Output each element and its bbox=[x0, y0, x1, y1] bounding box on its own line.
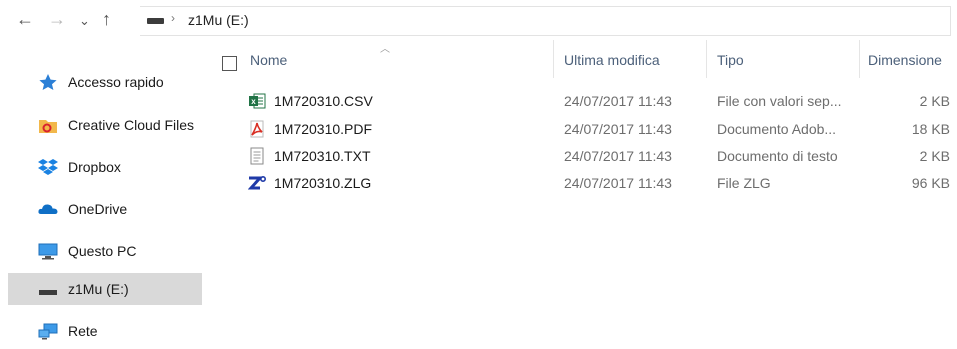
file-size: 2 KB bbox=[919, 148, 950, 164]
file-row[interactable]: x 1M720310.CSV 24/07/2017 11:43 File con… bbox=[240, 90, 957, 112]
column-header-size[interactable]: Dimensione bbox=[868, 52, 942, 76]
sidebar-item-label: Questo PC bbox=[68, 243, 137, 259]
file-row[interactable]: 1M720310.PDF 24/07/2017 11:43 Documento … bbox=[240, 118, 957, 140]
file-modified: 24/07/2017 11:43 bbox=[564, 121, 672, 137]
sidebar-item-accesso-rapido[interactable]: Accesso rapido bbox=[8, 66, 202, 98]
navigation-pane: Accesso rapido Creative Cloud Files Drop… bbox=[0, 55, 210, 349]
file-size: 96 KB bbox=[911, 175, 950, 191]
file-type: File ZLG bbox=[717, 175, 771, 191]
breadcrumb-separator: › bbox=[171, 11, 175, 25]
zlg-icon bbox=[247, 174, 267, 192]
star-icon bbox=[38, 73, 60, 91]
sidebar-item-label: Accesso rapido bbox=[68, 74, 164, 90]
file-type: Documento di testo bbox=[717, 148, 838, 164]
file-type: Documento Adob... bbox=[717, 121, 837, 137]
file-modified: 24/07/2017 11:43 bbox=[564, 93, 672, 109]
column-header-name[interactable]: Nome bbox=[250, 52, 287, 76]
file-type: File con valori sep... bbox=[717, 93, 842, 109]
excel-csv-icon: x bbox=[248, 92, 266, 110]
select-all-checkbox[interactable] bbox=[222, 56, 237, 71]
forward-button[interactable]: → bbox=[48, 9, 66, 29]
up-button[interactable]: ↑ bbox=[102, 9, 111, 29]
file-name: 1M720310.ZLG bbox=[274, 175, 372, 191]
pdf-icon bbox=[248, 120, 266, 138]
column-divider[interactable] bbox=[706, 40, 707, 78]
drive-icon bbox=[38, 280, 60, 298]
sidebar-item-onedrive[interactable]: OneDrive bbox=[8, 193, 202, 225]
file-name: 1M720310.PDF bbox=[274, 121, 373, 137]
sidebar-item-z1mu-drive[interactable]: z1Mu (E:) bbox=[8, 273, 202, 305]
sidebar-item-dropbox[interactable]: Dropbox bbox=[8, 151, 202, 183]
sidebar-item-label: z1Mu (E:) bbox=[68, 281, 129, 297]
recent-locations-button[interactable]: ⌄ bbox=[79, 11, 90, 31]
file-modified: 24/07/2017 11:43 bbox=[564, 148, 672, 164]
address-box[interactable] bbox=[140, 6, 951, 36]
pc-icon bbox=[38, 242, 60, 260]
back-button[interactable]: ← bbox=[16, 9, 34, 29]
sidebar-item-label: Dropbox bbox=[68, 159, 121, 175]
address-bar: ← → ⌄ ↑ › z1Mu (E:) bbox=[0, 0, 957, 38]
svg-text:x: x bbox=[251, 97, 256, 106]
column-header-modified[interactable]: Ultima modifica bbox=[564, 52, 660, 76]
creative-cloud-icon bbox=[38, 116, 60, 134]
column-divider[interactable] bbox=[553, 40, 554, 78]
sidebar-item-label: OneDrive bbox=[68, 201, 128, 217]
file-name: 1M720310.TXT bbox=[274, 148, 371, 164]
onedrive-icon bbox=[38, 200, 60, 218]
file-name: 1M720310.CSV bbox=[274, 93, 373, 109]
sidebar-item-questo-pc[interactable]: Questo PC bbox=[8, 235, 202, 267]
file-row[interactable]: 1M720310.TXT 24/07/2017 11:43 Documento … bbox=[240, 145, 957, 167]
dropbox-icon bbox=[38, 158, 60, 176]
file-row[interactable]: 1M720310.ZLG 24/07/2017 11:43 File ZLG 9… bbox=[240, 172, 957, 194]
column-divider[interactable] bbox=[859, 40, 860, 78]
text-file-icon bbox=[248, 147, 266, 165]
file-size: 2 KB bbox=[919, 93, 950, 109]
sidebar-item-label: Creative Cloud Files bbox=[68, 117, 195, 133]
sidebar-item-label: Rete bbox=[68, 323, 98, 339]
column-header-type[interactable]: Tipo bbox=[717, 52, 744, 76]
breadcrumb-current[interactable]: z1Mu (E:) bbox=[188, 12, 249, 28]
drive-icon bbox=[147, 18, 164, 24]
file-size: 18 KB bbox=[911, 121, 950, 137]
sidebar-item-rete[interactable]: Rete bbox=[8, 315, 202, 347]
network-icon bbox=[38, 322, 60, 340]
sidebar-item-creative-cloud-files[interactable]: Creative Cloud Files bbox=[8, 109, 202, 141]
file-modified: 24/07/2017 11:43 bbox=[564, 175, 672, 191]
sort-ascending-icon: ︿ bbox=[380, 44, 390, 55]
